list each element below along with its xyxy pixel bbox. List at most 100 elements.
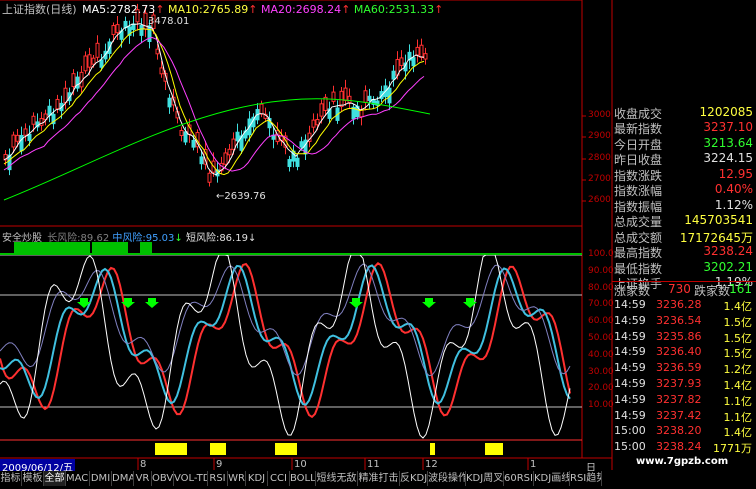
bottom-signal-block — [275, 443, 297, 455]
indicator-tab[interactable]: 60RSI — [504, 471, 534, 486]
quote-row: 最新指数 3237.10 — [612, 120, 756, 136]
tick-time: 14:59 — [614, 329, 646, 343]
indicator-tab[interactable]: 模板 — [22, 471, 44, 486]
indicator-tab[interactable]: 全部 — [44, 471, 66, 486]
indicator-tab-bar: 指标模板全部MACDDMIDMAVROBVVOL-TDXRSIWRKDJCCIB… — [0, 471, 756, 487]
candle-body — [11, 134, 16, 148]
indicator-tab[interactable]: 指标 — [0, 471, 22, 486]
quote-value: 3202.21 — [703, 259, 753, 274]
candle-body — [259, 103, 264, 115]
candle-body — [411, 57, 416, 67]
quote-row: 最高指数 3238.24 — [612, 244, 756, 260]
tick-price: 3236.28 — [656, 298, 702, 311]
quote-row-cut: 收盘成交 1202085 — [612, 105, 756, 121]
quote-value: 17172645万 — [679, 230, 753, 245]
tick-row: 14:59 3236.28 1.4亿 — [612, 298, 756, 313]
indicator-axis-label: 50.00 — [588, 333, 614, 343]
short-risk-arrow: ↓ — [247, 233, 257, 244]
indicator-tab[interactable]: KDJ周叉 — [466, 471, 504, 486]
ma5-label: MA5:2782.73 — [82, 3, 156, 16]
candle-body — [55, 98, 60, 110]
indicator-tab[interactable]: RSI趋势 — [570, 471, 602, 486]
indicator-tab[interactable]: KDJ — [246, 471, 268, 486]
candle-body — [19, 134, 24, 152]
indicator-tab[interactable]: 波段操作 — [428, 471, 466, 486]
candle-body — [139, 24, 144, 36]
quote-value: 145703541 — [684, 213, 753, 227]
indicator-header: 安全炒股 长风险:89.62 中风险:95.03↓ 短风险:86.19↓ — [2, 229, 256, 244]
price-axis-label: 2700 — [588, 174, 611, 184]
tick-volume: 1.5亿 — [723, 315, 753, 329]
indicator-tab[interactable]: 短线无敌 — [316, 471, 358, 486]
quote-panel: 收盘成交 1202085 最新指数 3237.10 今日开盘 3213.64 昨日收盘 3… — [612, 0, 756, 468]
candle-body — [315, 118, 320, 126]
indicator-axis-label: 80.00 — [588, 282, 614, 293]
candle-body — [231, 138, 236, 150]
candle-body — [299, 141, 304, 148]
candle-body — [91, 57, 96, 65]
candle-body — [339, 90, 344, 108]
candle-body — [423, 53, 428, 60]
indicator-tab[interactable]: DMI — [90, 471, 112, 486]
indicator-tab[interactable]: MACD — [66, 471, 90, 486]
candle-body — [95, 42, 100, 58]
tick-price: 3238.20 — [656, 424, 702, 438]
tick-volume: 1.5亿 — [723, 347, 753, 361]
quote-label: 今日开盘 — [614, 137, 663, 152]
quote-value: 0.40% — [714, 182, 753, 196]
month-label: 1 — [530, 459, 537, 470]
breadth-row: 涨家数 730 跌家数 161 — [612, 281, 756, 298]
quote-value: 3224.15 — [703, 151, 753, 165]
tick-price: 3238.24 — [656, 440, 702, 454]
tick-row: 14:59 3237.82 1.1亿 — [612, 392, 756, 408]
candle-body — [227, 148, 232, 156]
indicator-tab[interactable]: KDJ画线 — [534, 471, 570, 486]
indicator-axis-label: 60.00 — [588, 316, 614, 327]
mid-risk-line — [0, 264, 571, 406]
candle-body — [199, 156, 204, 165]
indicator-axis-label: 40.00 — [588, 349, 614, 360]
tick-volume: 1771万 — [713, 442, 752, 456]
indicator-tab[interactable]: WR — [228, 471, 246, 486]
candle-body — [419, 44, 424, 58]
indicator-tab[interactable]: VOL-TDX — [174, 471, 208, 486]
month-label: 12 — [425, 459, 438, 470]
indicator-tab[interactable]: BOLL — [290, 471, 316, 486]
price-low-annotation: ←2639.76 — [216, 191, 266, 202]
quote-row: 指数涨幅 0.40% — [612, 182, 756, 198]
indicator-tab[interactable]: RSI — [208, 471, 228, 486]
indicator-tab[interactable]: OBV — [152, 471, 174, 486]
tick-volume: 1.4亿 — [723, 379, 753, 392]
indicator-markers — [0, 242, 582, 455]
indicator-axis-label: 100.0 — [588, 249, 614, 259]
indicator-tab[interactable]: DMA — [112, 471, 134, 486]
tick-price: 3236.59 — [656, 361, 702, 375]
moving-average-lines — [3, 23, 431, 201]
tick-volume: 1.5亿 — [723, 331, 753, 345]
indicator-axis-label: 30.00 — [588, 366, 614, 377]
watermark: www.7gpzb.com — [636, 456, 729, 467]
short-risk-line — [0, 262, 571, 419]
ma60-arrow: ↑ — [434, 3, 444, 16]
ma10-arrow: ↑ — [248, 3, 258, 16]
quote-row: 指数振幅 1.12% — [612, 198, 756, 214]
candle-body — [191, 139, 196, 148]
tick-volume: 1.1亿 — [723, 410, 753, 424]
tick-time: 14:59 — [614, 361, 646, 375]
tick-time: 14:59 — [614, 313, 646, 327]
indicator-tab[interactable]: VR — [134, 471, 152, 486]
sell-signal-arrow — [422, 298, 436, 308]
long-risk-line — [0, 263, 571, 377]
candle-body — [319, 103, 324, 117]
indicator-tab[interactable]: 精准打击 — [358, 471, 400, 486]
candle-body — [287, 159, 292, 168]
indicator-tab[interactable]: 反KDJ — [400, 471, 428, 486]
candle-body — [183, 131, 188, 143]
mid-risk-arrow: ↓ — [174, 233, 183, 244]
quote-label: 指数涨幅 — [614, 184, 663, 198]
tick-price: 3237.82 — [656, 392, 702, 406]
bottom-signal-block — [210, 443, 226, 455]
indicator-tab[interactable]: CCI — [268, 471, 290, 486]
candle-body — [31, 115, 36, 125]
down-count-label: 跌家数 — [694, 284, 731, 298]
